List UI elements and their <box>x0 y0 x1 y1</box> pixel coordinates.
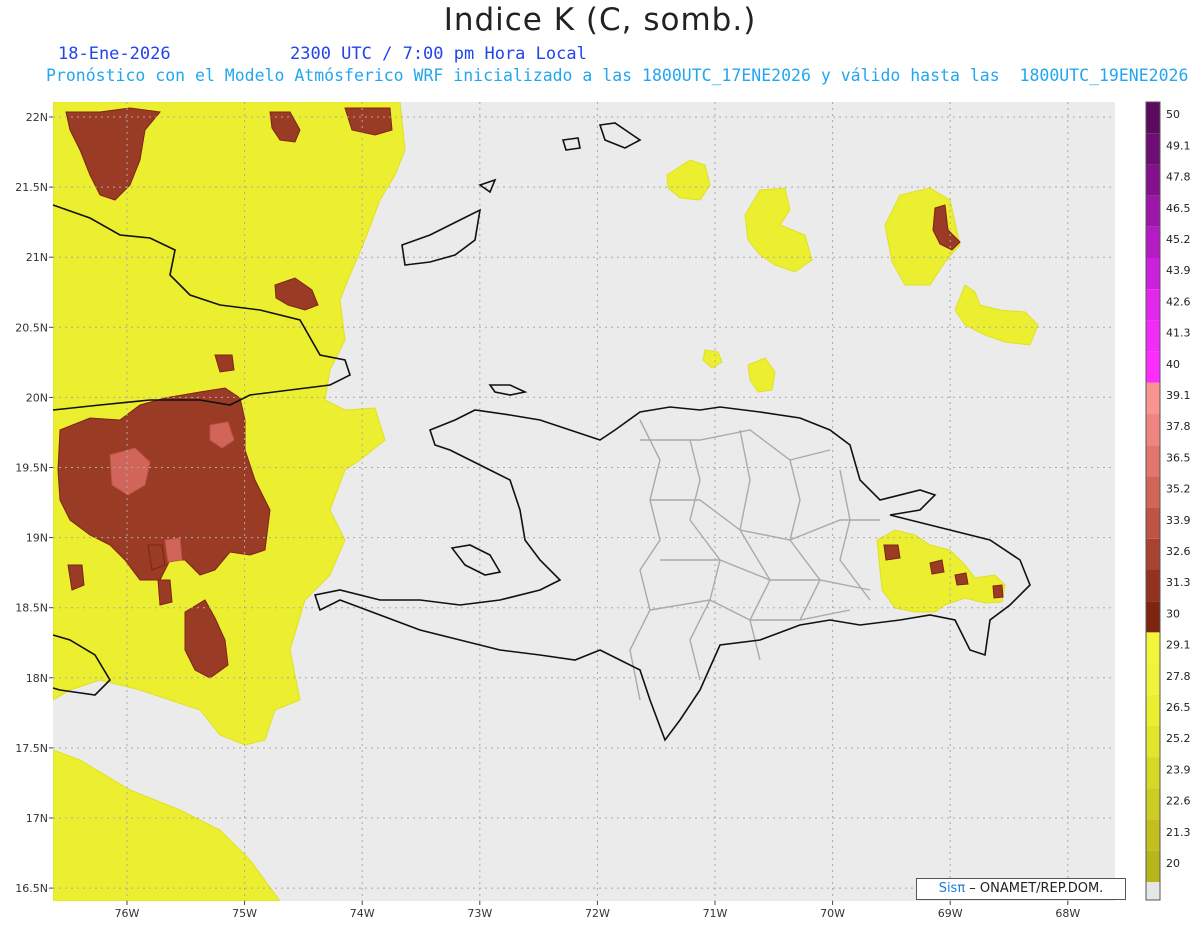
credit-brand: Sisπ <box>938 881 966 896</box>
colorbar-label: 21.3 <box>1166 826 1191 839</box>
colorbar-label: 47.8 <box>1166 171 1191 184</box>
colorbar-label: 33.9 <box>1166 514 1191 527</box>
colorbar-label: 26.5 <box>1166 701 1191 714</box>
latitude-labels: 22N 21.5N 21N 20.5N 20N 19.5N 19N 18.5N 18N 17.5N… <box>15 111 53 895</box>
lat-label: 19N <box>26 532 48 545</box>
lat-label: 21N <box>26 251 48 264</box>
colorbar-swatch <box>1146 757 1160 789</box>
colorbar-swatch <box>1146 164 1160 196</box>
colorbar-swatch <box>1146 445 1160 477</box>
colorbar-label: 36.5 <box>1166 451 1191 464</box>
colorbar-label: 35.2 <box>1166 483 1191 496</box>
longitude-labels: 76W 75W 74W 73W 72W 71W 70W 69W 68W <box>115 901 1080 920</box>
colorbar-below-swatch <box>1146 882 1160 900</box>
colorbar-label: 41.3 <box>1166 327 1191 340</box>
lon-label: 74W <box>350 907 375 920</box>
colorbar-label: 22.6 <box>1166 795 1191 808</box>
colorbar-swatch <box>1146 195 1160 227</box>
colorbar-label: 39.1 <box>1166 389 1191 402</box>
lon-label: 72W <box>585 907 610 920</box>
colorbar-label: 23.9 <box>1166 763 1191 776</box>
colorbar-label: 37.8 <box>1166 420 1191 433</box>
colorbar-label: 40 <box>1166 358 1180 371</box>
colorbar-swatch <box>1146 538 1160 570</box>
colorbar-swatch <box>1146 226 1160 258</box>
colorbar-label: 25.2 <box>1166 732 1191 745</box>
colorbar-swatch <box>1146 133 1160 165</box>
lon-label: 69W <box>938 907 963 920</box>
colorbar-label: 30 <box>1166 607 1180 620</box>
colorbar-swatch <box>1146 788 1160 820</box>
colorbar-swatch <box>1146 819 1160 851</box>
colorbar-label: 45.2 <box>1166 233 1191 246</box>
colorbar-swatch <box>1146 382 1160 414</box>
lat-label: 18.5N <box>15 602 48 615</box>
credit-text: – ONAMET/REP.DOM. <box>965 881 1104 896</box>
forecast-map: 22N 21.5N 21N 20.5N 20N 19.5N 19N 18.5N 18N 17.5N… <box>15 101 1191 920</box>
lat-label: 17.5N <box>15 742 48 755</box>
colorbar-label: 27.8 <box>1166 670 1191 683</box>
lat-label: 21.5N <box>15 181 48 194</box>
colorbar-swatch <box>1146 507 1160 539</box>
k-region-brown-14 <box>954 572 969 586</box>
colorbar-swatch <box>1146 570 1160 602</box>
colorbar-swatch <box>1146 414 1160 446</box>
k-region-brown-9 <box>157 579 173 606</box>
colorbar-swatch <box>1146 632 1160 664</box>
colorbar-swatch <box>1146 102 1160 134</box>
lat-label: 20N <box>26 391 48 404</box>
lat-label: 18N <box>26 672 48 685</box>
colorbar-swatch <box>1146 351 1160 383</box>
lat-label: 17N <box>26 812 48 825</box>
lon-label: 73W <box>467 907 492 920</box>
colorbar-swatch <box>1146 726 1160 758</box>
lon-label: 71W <box>703 907 728 920</box>
lon-label: 75W <box>232 907 257 920</box>
k-region-peak-3 <box>164 537 183 563</box>
colorbar-label: 42.6 <box>1166 295 1191 308</box>
colorbar-label: 29.1 <box>1166 639 1191 652</box>
colorbar: 50 49.1 47.8 46.5 45.2 43.9 42.6 41.3 40 39.1 37.8… <box>1145 101 1191 901</box>
k-region-brown-13 <box>929 559 945 575</box>
colorbar-label: 32.6 <box>1166 545 1191 558</box>
lat-label: 19.5N <box>15 462 48 475</box>
lat-label: 22N <box>26 111 48 124</box>
colorbar-label: 43.9 <box>1166 264 1191 277</box>
k-region-brown-15 <box>992 584 1004 599</box>
colorbar-swatch <box>1146 476 1160 508</box>
colorbar-swatch <box>1146 289 1160 321</box>
colorbar-label: 49.1 <box>1166 139 1191 152</box>
colorbar-label: 20 <box>1166 857 1180 870</box>
lon-label: 76W <box>115 907 140 920</box>
credit-box: Sisπ – ONAMET/REP.DOM. <box>916 878 1126 900</box>
lon-label: 68W <box>1055 907 1080 920</box>
colorbar-swatch <box>1146 258 1160 290</box>
colorbar-swatch <box>1146 850 1160 882</box>
lat-label: 20.5N <box>15 321 48 334</box>
colorbar-label: 31.3 <box>1166 576 1191 589</box>
lat-label: 16.5N <box>15 882 48 895</box>
colorbar-swatch <box>1146 601 1160 633</box>
colorbar-swatch <box>1146 320 1160 352</box>
k-region-brown-12 <box>883 544 901 561</box>
colorbar-swatch <box>1146 663 1160 695</box>
colorbar-swatch <box>1146 694 1160 726</box>
lon-label: 70W <box>820 907 845 920</box>
colorbar-label: 50 <box>1166 108 1180 121</box>
colorbar-label: 46.5 <box>1166 202 1191 215</box>
